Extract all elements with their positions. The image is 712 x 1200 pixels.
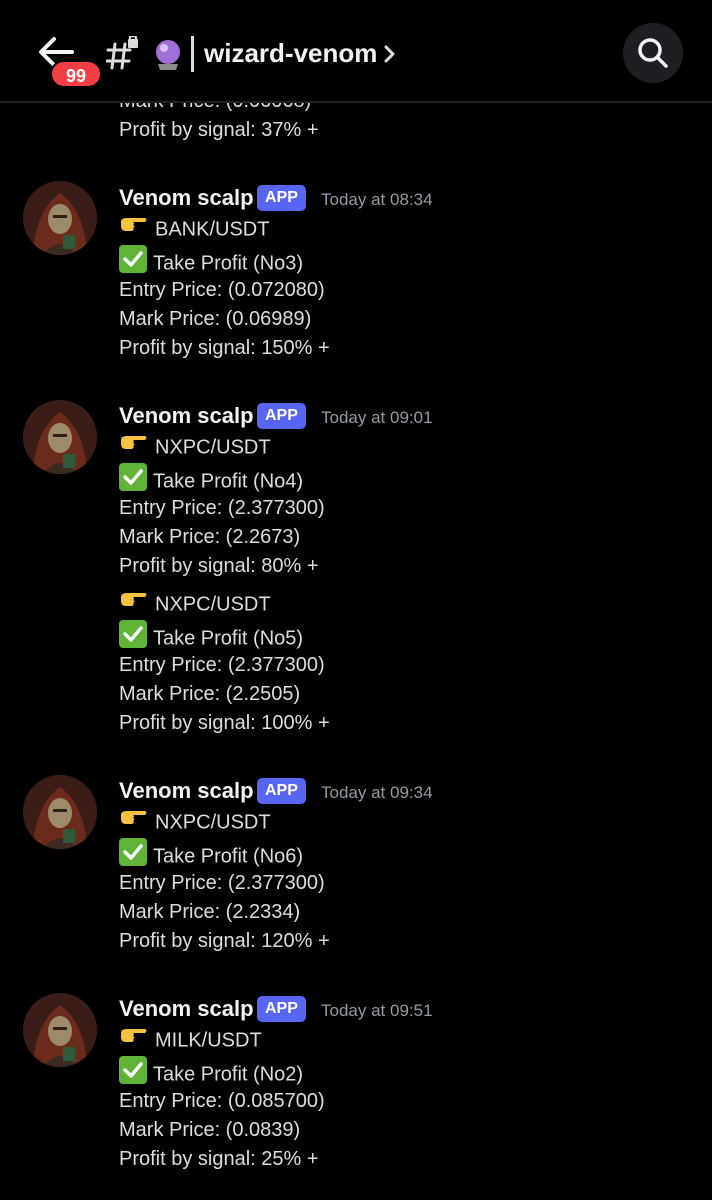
pair-line: MILK/USDT <box>119 1027 262 1055</box>
entry-price: Entry Price: (0.085700) <box>119 1090 325 1112</box>
pointing-hand-icon <box>119 589 149 617</box>
timestamp: Today at 09:51 <box>321 1001 433 1020</box>
check-mark-icon <box>119 463 147 497</box>
search-button[interactable] <box>623 23 683 83</box>
pair-line: NXPC/USDT <box>119 809 271 837</box>
unread-badge: 99 <box>50 60 102 88</box>
check-mark-icon <box>119 1056 147 1090</box>
author-name[interactable]: Venom scalp <box>119 184 254 212</box>
pair-line: NXPC/USDT <box>119 591 271 619</box>
profit-line: Profit by signal: 150% + <box>119 337 330 359</box>
message-list[interactable]: Mark Price: (0.06068) Profit by signal: … <box>0 0 712 1200</box>
author-name[interactable]: Venom scalp <box>119 777 254 805</box>
timestamp: Today at 09:34 <box>321 783 433 802</box>
take-profit-text: Take Profit (No4) <box>153 470 304 493</box>
pair-line: BANK/USDT <box>119 216 269 244</box>
check-mark-icon <box>119 620 147 654</box>
app-tag: APP <box>257 403 306 429</box>
timestamp: Today at 08:34 <box>321 190 433 209</box>
timestamp: Today at 09:01 <box>321 408 433 427</box>
mark-price: Mark Price: (0.06989) <box>119 308 312 330</box>
locked-channel-icon <box>105 35 140 70</box>
message-line: Profit by signal: 37% + <box>119 119 319 141</box>
avatar[interactable] <box>23 400 97 474</box>
pair-text: MILK/USDT <box>155 1029 262 1052</box>
take-profit-line: Take Profit (No2) <box>119 1056 304 1092</box>
channel-title[interactable]: wizard-venom <box>204 38 377 69</box>
entry-price: Entry Price: (2.377300) <box>119 497 325 519</box>
take-profit-line: Take Profit (No5) <box>119 620 304 656</box>
channel-header: 99 wizard-venom <box>0 0 712 103</box>
avatar[interactable] <box>23 993 97 1067</box>
take-profit-text: Take Profit (No3) <box>153 252 304 275</box>
pair-text: NXPC/USDT <box>155 436 271 459</box>
pair-text: NXPC/USDT <box>155 811 271 834</box>
take-profit-text: Take Profit (No6) <box>153 845 304 868</box>
pointing-hand-icon <box>119 1025 149 1053</box>
pointing-hand-icon <box>119 807 149 835</box>
check-mark-icon <box>119 245 147 279</box>
pair-text: BANK/USDT <box>155 218 270 241</box>
search-icon <box>638 38 668 68</box>
author-name[interactable]: Venom scalp <box>119 402 254 430</box>
app-tag: APP <box>257 185 306 211</box>
mark-price: Mark Price: (0.0839) <box>119 1119 301 1141</box>
take-profit-line: Take Profit (No3) <box>119 245 304 281</box>
take-profit-line: Take Profit (No4) <box>119 463 304 499</box>
pointing-hand-icon <box>119 214 149 242</box>
avatar[interactable] <box>23 775 97 849</box>
mark-price: Mark Price: (2.2673) <box>119 526 301 548</box>
take-profit-line: Take Profit (No6) <box>119 838 304 874</box>
profit-line: Profit by signal: 80% + <box>119 555 319 577</box>
crystal-ball-icon <box>152 38 184 72</box>
mark-price: Mark Price: (2.2334) <box>119 901 301 923</box>
author-name[interactable]: Venom scalp <box>119 995 254 1023</box>
pair-text: NXPC/USDT <box>155 593 271 616</box>
profit-line: Profit by signal: 100% + <box>119 712 330 734</box>
entry-price: Entry Price: (0.072080) <box>119 279 325 301</box>
avatar[interactable] <box>23 181 97 255</box>
title-divider <box>191 36 194 72</box>
app-tag: APP <box>257 778 306 804</box>
take-profit-text: Take Profit (No5) <box>153 627 304 650</box>
pair-line: NXPC/USDT <box>119 434 271 462</box>
pointing-hand-icon <box>119 432 149 460</box>
profit-line: Profit by signal: 120% + <box>119 930 330 952</box>
entry-price: Entry Price: (2.377300) <box>119 654 325 676</box>
take-profit-text: Take Profit (No2) <box>153 1063 304 1086</box>
chevron-right-icon[interactable] <box>383 44 397 64</box>
app-tag: APP <box>257 996 306 1022</box>
check-mark-icon <box>119 838 147 872</box>
profit-line: Profit by signal: 25% + <box>119 1148 319 1170</box>
entry-price: Entry Price: (2.377300) <box>119 872 325 894</box>
mark-price: Mark Price: (2.2505) <box>119 683 301 705</box>
